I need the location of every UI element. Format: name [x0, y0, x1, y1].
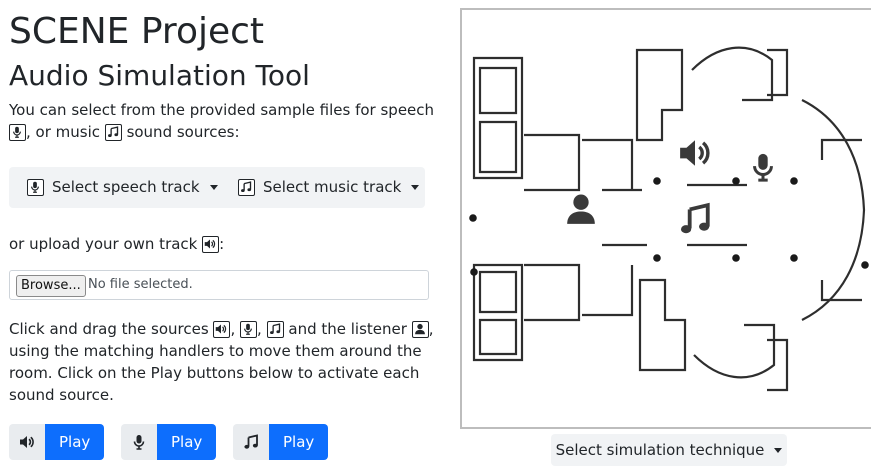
music-play-group: Play: [233, 424, 329, 460]
speaker-icon: [9, 424, 45, 460]
speaker-icon: [202, 236, 220, 253]
speaker-icon: [213, 321, 231, 338]
wall-segment: [801, 99, 866, 321]
browse-button[interactable]: Browse...: [16, 275, 86, 297]
caret-down-icon: [774, 447, 783, 453]
file-input[interactable]: Browse... No file selected.: [9, 270, 429, 300]
wall-segment: [635, 48, 687, 372]
speaker-source-handle[interactable]: [680, 140, 708, 166]
speaker-play-group: Play: [9, 424, 105, 460]
microphone-source-handle[interactable]: [755, 154, 772, 180]
pillars: [469, 177, 869, 276]
intro-part3: sound sources:: [126, 123, 240, 141]
music-note-icon: [266, 321, 284, 338]
pillar: [790, 177, 798, 185]
speech-track-dropdown[interactable]: Select speech track: [27, 176, 218, 198]
microphone-icon: [27, 178, 44, 196]
microphone-icon: [121, 424, 157, 460]
instructions-part4: and the listener: [288, 320, 407, 338]
music-track-dropdown[interactable]: Select music track: [238, 176, 420, 198]
instructions-part3: ,: [257, 320, 262, 338]
wall-segment: [602, 183, 747, 247]
wall-segment: [472, 263, 524, 362]
person-icon: [411, 321, 429, 338]
control-panel: SCENE Project Audio Simulation Tool You …: [9, 0, 439, 143]
floor-plan: [469, 46, 869, 392]
intro-part2: , or music: [26, 123, 100, 141]
wall-segment: [524, 133, 581, 322]
upload-prompt-suffix: :: [219, 235, 225, 253]
pillar: [653, 254, 661, 262]
microphone-icon: [9, 124, 26, 141]
microphone-icon: [240, 321, 258, 338]
speech-track-label: Select speech track: [52, 178, 200, 196]
play-microphone-button[interactable]: Play: [157, 424, 217, 460]
instructions-part1: Click and drag the sources: [9, 320, 209, 338]
pillar: [790, 254, 798, 262]
instructions-text: Click and drag the sources , , and the l…: [9, 318, 441, 406]
music-track-label: Select music track: [263, 178, 402, 196]
instructions-part2: ,: [230, 320, 236, 338]
pillar: [469, 214, 477, 222]
pillar: [861, 261, 869, 269]
upload-prompt-text: or upload your own track: [9, 235, 198, 253]
pillar: [732, 254, 740, 262]
track-toolbar: Select speech track Select music track: [9, 167, 425, 208]
wall-segment: [472, 56, 524, 180]
play-music-button[interactable]: Play: [269, 424, 329, 460]
music-note-icon: [233, 424, 269, 460]
music-source-handle[interactable]: [681, 205, 709, 233]
wall-segment: [582, 138, 634, 317]
simulation-technique-dropdown[interactable]: Select simulation technique: [551, 434, 787, 466]
file-status: No file selected.: [88, 277, 193, 292]
intro-text: You can select from the provided sample …: [9, 99, 439, 143]
music-note-icon: [238, 178, 255, 196]
upload-prompt: or upload your own track :: [9, 233, 224, 255]
caret-down-icon: [209, 184, 218, 190]
caret-down-icon: [411, 184, 420, 190]
pillar: [470, 268, 478, 276]
simulation-technique-label: Select simulation technique: [555, 441, 765, 459]
listener-handle[interactable]: [567, 195, 595, 224]
pillar: [653, 177, 661, 185]
music-note-icon: [104, 124, 122, 141]
instructions-part6: using the matching handlers to move them…: [9, 342, 422, 404]
intro-part1: You can select from the provided sample …: [9, 101, 435, 119]
wall-segment: [691, 46, 776, 379]
play-speaker-button[interactable]: Play: [45, 424, 105, 460]
room-map[interactable]: [460, 8, 871, 429]
microphone-play-group: Play: [121, 424, 217, 460]
instructions-part5: ,: [428, 320, 434, 338]
page-title: SCENE Project: [9, 11, 265, 52]
page-subtitle: Audio Simulation Tool: [9, 59, 310, 92]
pillar: [732, 177, 740, 185]
